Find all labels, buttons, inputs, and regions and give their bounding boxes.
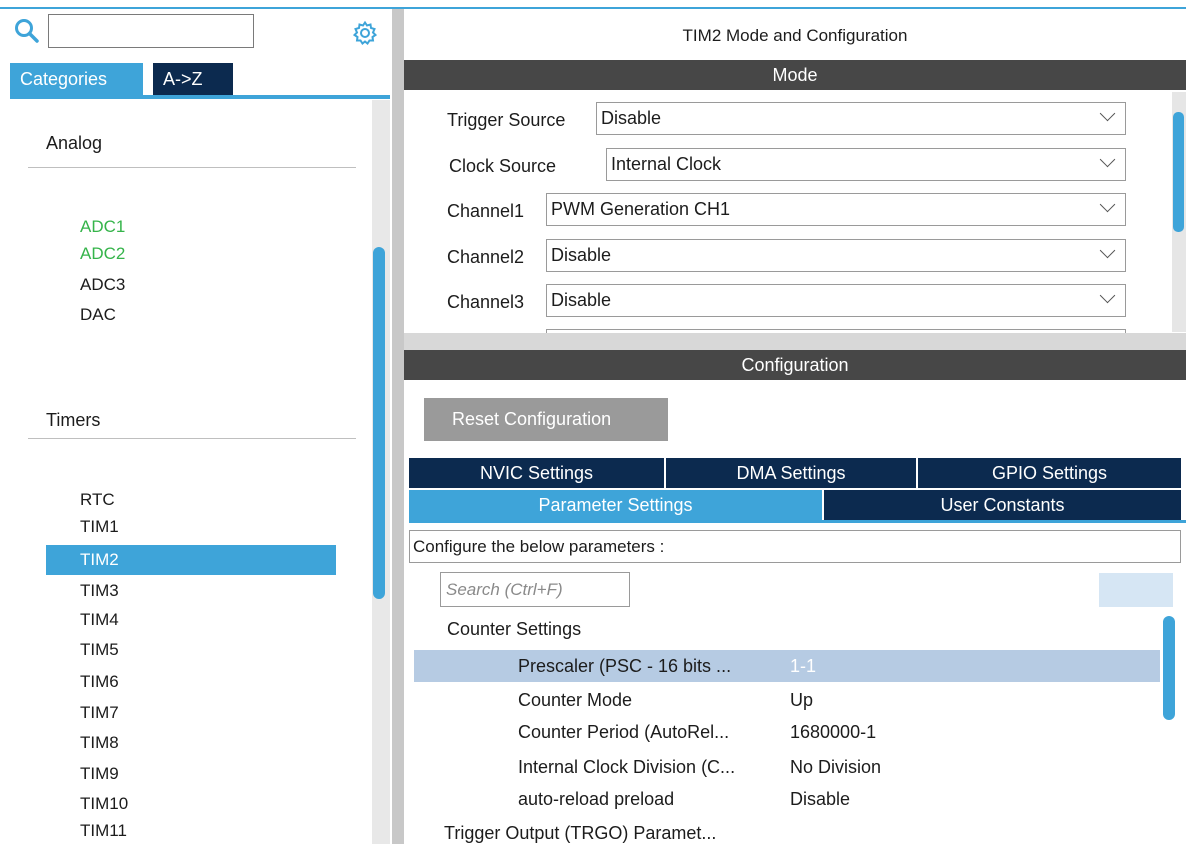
param-name: Internal Clock Division (C...	[518, 757, 736, 777]
channel1-select[interactable]: PWM Generation CH1	[546, 193, 1126, 226]
list-item-tim1[interactable]: TIM1	[80, 514, 119, 540]
chevron-down-icon	[1099, 242, 1116, 259]
table-row[interactable]: auto-reload preload Disable	[414, 783, 1160, 815]
list-item-tim3[interactable]: TIM3	[80, 578, 119, 604]
table-row[interactable]: Counter Mode Up	[414, 684, 1160, 716]
list-item-tim5[interactable]: TIM5	[80, 637, 119, 663]
param-value[interactable]: 1-1	[790, 650, 816, 682]
list-item-adc3[interactable]: ADC3	[80, 272, 125, 298]
mode-section-header: Mode	[404, 60, 1186, 90]
param-name: Counter Mode	[518, 690, 633, 710]
tab-user-constants[interactable]: User Constants	[824, 490, 1181, 520]
trigger-source-select[interactable]: Disable	[596, 102, 1126, 135]
parameters-scrollbar-thumb[interactable]	[1163, 616, 1175, 720]
chevron-down-icon	[1099, 105, 1116, 122]
category-header-analog[interactable]: Analog	[46, 133, 102, 154]
tab-parameter-settings[interactable]: Parameter Settings	[409, 490, 822, 520]
chevron-down-icon	[1099, 151, 1116, 168]
channel2-select[interactable]: Disable	[546, 239, 1126, 272]
clock-source-label: Clock Source	[449, 156, 557, 176]
tab-categories[interactable]: Categories	[10, 63, 143, 95]
search-options-button[interactable]	[1099, 573, 1173, 607]
list-item-tim6[interactable]: TIM6	[80, 669, 119, 695]
gear-icon[interactable]	[352, 20, 378, 46]
param-name: auto-reload preload	[518, 789, 675, 809]
category-header-timers[interactable]: Timers	[46, 410, 100, 431]
list-item-tim9[interactable]: TIM9	[80, 761, 119, 787]
list-item-adc1[interactable]: ADC1	[80, 214, 125, 240]
channel1-value: PWM Generation CH1	[551, 199, 731, 219]
list-item-tim11[interactable]: TIM11	[80, 818, 127, 844]
table-row[interactable]: Counter Period (AutoRel... 1680000-1	[414, 716, 1160, 748]
param-value[interactable]: 1680000-1	[790, 716, 876, 748]
channel2-value: Disable	[551, 245, 612, 265]
category-divider	[28, 167, 356, 168]
list-item-rtc[interactable]: RTC	[80, 487, 115, 513]
reset-configuration-button[interactable]: Reset Configuration	[424, 398, 668, 441]
list-item-dac[interactable]: DAC	[80, 302, 116, 328]
tab-a-to-z[interactable]: A->Z	[153, 63, 233, 95]
chevron-down-icon	[1099, 287, 1116, 304]
tab-dma-settings[interactable]: DMA Settings	[666, 458, 916, 488]
tab-underline	[10, 95, 390, 99]
parameter-search-input[interactable]: Search (Ctrl+F)	[440, 572, 630, 607]
list-item-tim7[interactable]: TIM7	[80, 700, 119, 726]
panel-splitter[interactable]	[392, 9, 404, 844]
search-input[interactable]	[48, 14, 254, 48]
chevron-down-icon	[1099, 196, 1116, 213]
param-name: Prescaler (PSC - 16 bits ...	[518, 656, 732, 676]
list-item-tim2[interactable]: TIM2	[80, 547, 119, 573]
trgo-parameters-header[interactable]: Trigger Output (TRGO) Paramet...	[444, 823, 716, 844]
param-value[interactable]: No Division	[790, 751, 881, 783]
clock-source-value: Internal Clock	[611, 154, 722, 174]
clock-source-select[interactable]: Internal Clock	[606, 148, 1126, 181]
channel2-label: Channel2	[447, 247, 525, 267]
tab-underline	[409, 520, 1186, 523]
configuration-section-header: Configuration	[404, 350, 1186, 380]
list-item-tim4[interactable]: TIM4	[80, 607, 119, 633]
tab-gpio-settings[interactable]: GPIO Settings	[918, 458, 1181, 488]
section-splitter[interactable]	[404, 333, 1186, 350]
counter-settings-header[interactable]: Counter Settings	[447, 619, 581, 640]
list-item-adc2[interactable]: ADC2	[80, 241, 125, 267]
table-row[interactable]: Internal Clock Division (C... No Division	[414, 751, 1160, 783]
mode-scrollbar-thumb[interactable]	[1173, 112, 1184, 232]
left-top-line	[0, 7, 392, 9]
tab-nvic-settings[interactable]: NVIC Settings	[409, 458, 664, 488]
param-name: Counter Period (AutoRel...	[518, 722, 730, 742]
panel-title: TIM2 Mode and Configuration	[682, 26, 908, 45]
channel3-label: Channel3	[447, 292, 525, 312]
table-row[interactable]: Prescaler (PSC - 16 bits ... 1-1	[414, 650, 1160, 682]
trigger-source-value: Disable	[601, 108, 662, 128]
left-scrollbar-thumb[interactable]	[373, 247, 385, 599]
param-value[interactable]: Disable	[790, 783, 850, 815]
list-item-tim8[interactable]: TIM8	[80, 730, 119, 756]
configure-instructions: Configure the below parameters :	[409, 530, 1181, 563]
channel3-value: Disable	[551, 290, 612, 310]
channel1-label: Channel1	[447, 201, 525, 221]
list-item-tim10[interactable]: TIM10	[80, 791, 128, 817]
trigger-source-label: Trigger Source	[447, 110, 566, 130]
category-divider	[28, 438, 356, 439]
channel3-select[interactable]: Disable	[546, 284, 1126, 317]
search-icon[interactable]	[14, 18, 40, 44]
param-value[interactable]: Up	[790, 684, 813, 716]
